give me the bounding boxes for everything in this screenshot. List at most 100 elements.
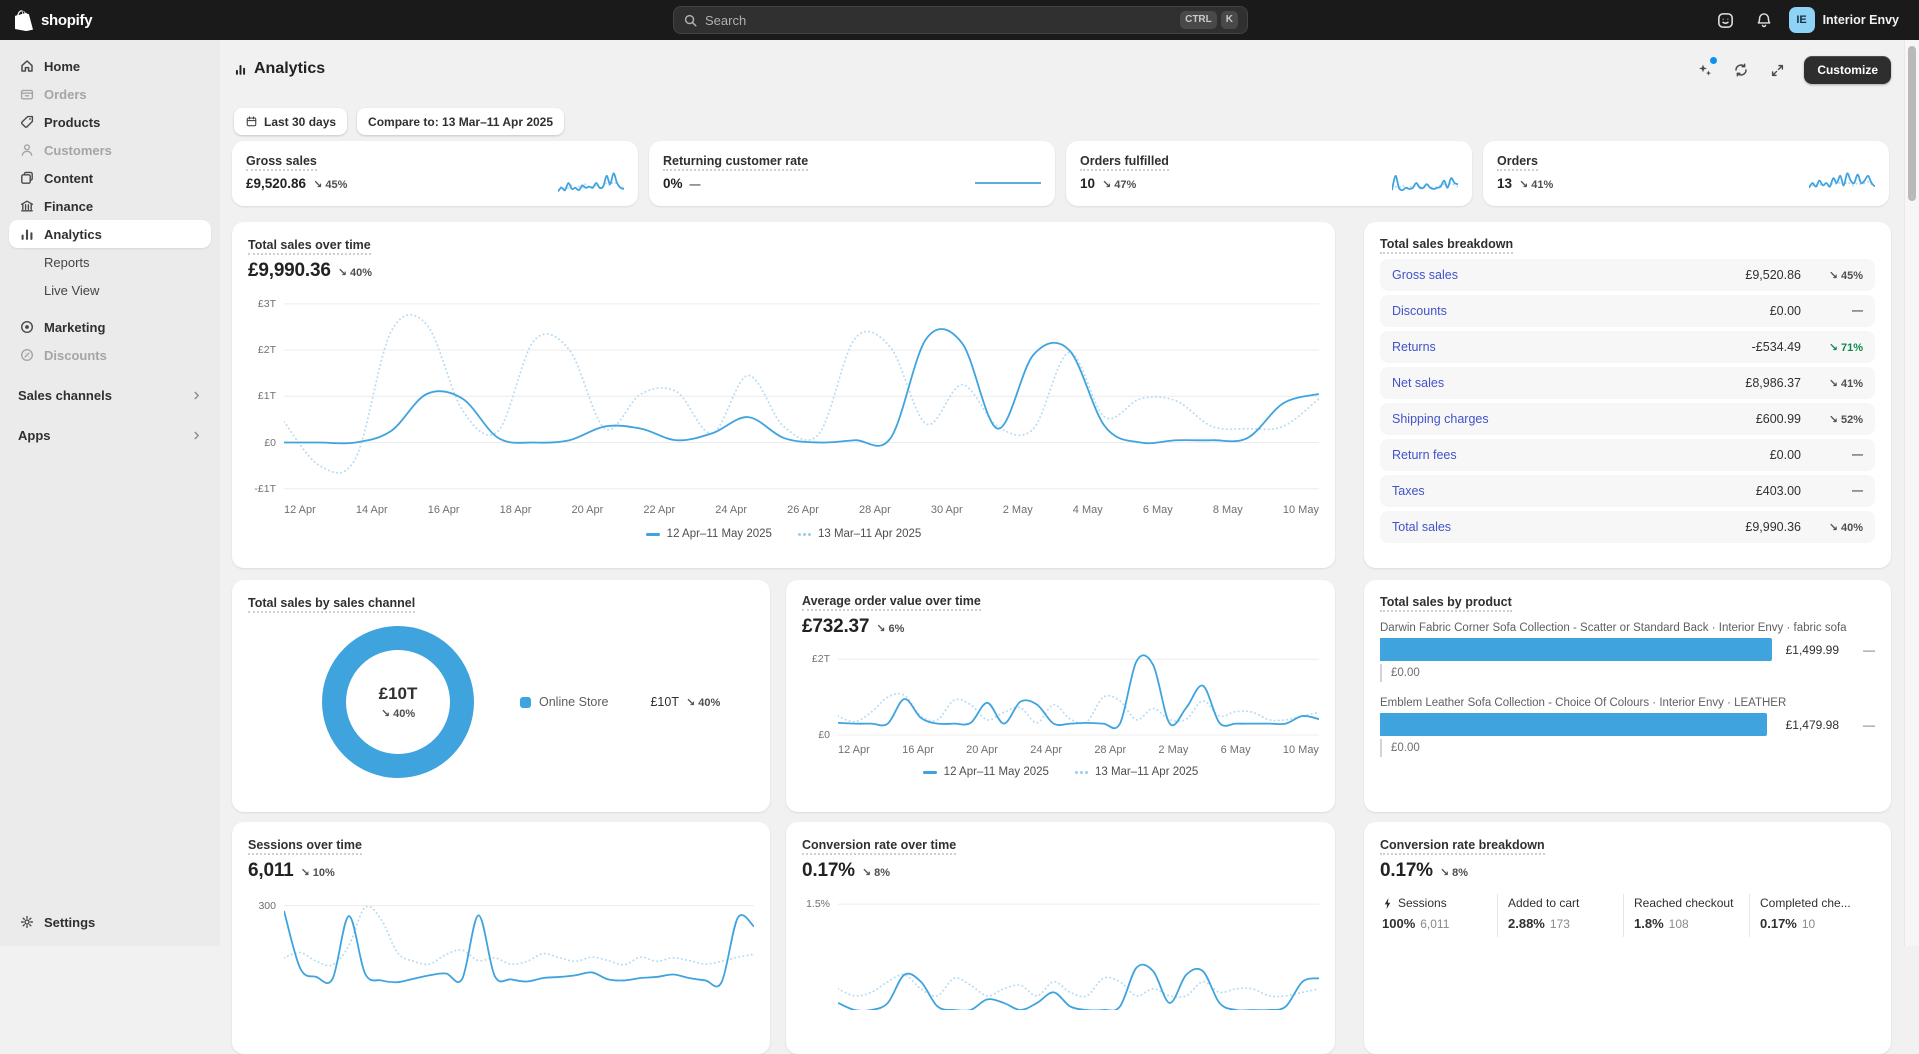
average-order-value-card: Average order value over time £732.37 ↘ 6… (786, 580, 1335, 812)
shopify-bag-icon (15, 9, 34, 31)
search-input[interactable]: Search CTRL K (673, 6, 1248, 34)
breakdown-metric-link[interactable]: Shipping charges (1392, 412, 1756, 426)
legend-compare: 13 Mar–11 Apr 2025 (1074, 766, 1198, 778)
sidebar-item-settings[interactable]: Settings (9, 908, 211, 936)
scrollbar-thumb[interactable] (1908, 46, 1916, 201)
breakdown-metric-link[interactable]: Total sales (1392, 520, 1745, 534)
plot-area (838, 890, 1319, 1010)
breakdown-metric-link[interactable]: Gross sales (1392, 268, 1745, 282)
funnel-pct: 100% (1382, 916, 1416, 931)
sidebar-item-products[interactable]: Products (9, 108, 211, 136)
breakdown-metric-link[interactable]: Discounts (1392, 304, 1770, 318)
shopify-logo[interactable]: shopify (0, 9, 93, 31)
channel-name: Online Store (539, 695, 609, 709)
metric-card-orders-fulfilled[interactable]: Orders fulfilled 10 ↘ 47% (1066, 141, 1472, 206)
breakdown-metric-link[interactable]: Taxes (1392, 484, 1756, 498)
sidebar-item-customers[interactable]: Customers (9, 136, 211, 164)
sidebar-item-orders[interactable]: Orders (9, 80, 211, 108)
analytics-icon (18, 226, 35, 242)
section-label: Sales channels (18, 387, 112, 403)
sidebar-item-label: Finance (44, 198, 94, 214)
funnel-column-added-to-cart: Added to cart 2.88% 173 (1497, 894, 1623, 937)
breakdown-rows: Gross sales £9,520.86 ↘ 45% Discounts £0.00… (1380, 259, 1875, 543)
metric-title: Orders fulfilled (1080, 154, 1169, 171)
sidebar-item-content[interactable]: Content (9, 164, 211, 192)
expand-fullscreen-button[interactable] (1762, 56, 1792, 84)
sidebar-item-live-view[interactable]: Live View (9, 276, 211, 304)
compare-label: Compare to: 13 Mar–11 Apr 2025 (368, 114, 554, 129)
card-title: Conversion rate over time (802, 838, 957, 855)
card-title: Total sales over time (248, 238, 371, 255)
total-sales-by-channel-card: Total sales by sales channel £10T ↘ 40% … (232, 580, 770, 812)
refresh-icon-button[interactable] (1726, 56, 1756, 84)
card-change: ↘ 8% (1439, 867, 1469, 879)
card-value: 0.17% (802, 860, 855, 881)
breakdown-metric-link[interactable]: Net sales (1392, 376, 1745, 390)
metric-value: 13 (1497, 176, 1513, 191)
donut-ring: £10T ↘ 40% (322, 626, 474, 778)
funnel-column-reached-checkout: Reached checkout 1.8% 108 (1623, 894, 1749, 937)
date-range-button[interactable]: Last 30 days (234, 108, 348, 135)
product-bar[interactable] (1380, 713, 1768, 736)
store-avatar: IE (1788, 7, 1815, 33)
sidebar-item-discounts[interactable]: Discounts (9, 341, 211, 369)
metric-card-gross-sales[interactable]: Gross sales £9,520.86 ↘ 45% (232, 141, 638, 206)
metric-title: Gross sales (246, 154, 317, 171)
breakdown-metric-link[interactable]: Return fees (1392, 448, 1770, 462)
topbar: shopify Search CTRL K IE Interior Envy (0, 0, 1919, 40)
conversion-rate-over-time-card: Conversion rate over time 0.17% ↘ 8% 1.5% (786, 822, 1335, 1054)
inbox-icon-button[interactable] (1711, 6, 1741, 34)
sidekick-sparkle-button[interactable] (1690, 56, 1720, 84)
breakdown-row: Taxes £403.00 — (1380, 475, 1875, 507)
card-value: £732.37 (802, 616, 870, 637)
sessions-over-time-card: Sessions over time 6,011 ↘ 10% 300 (232, 822, 770, 1054)
x-axis: 12 Apr 14 Apr 16 Apr 18 Apr 20 Apr 22 Apr 24 A… (284, 504, 1319, 516)
breakdown-change: ↘ 52% (1828, 413, 1863, 426)
main-scrollbar (1904, 40, 1919, 946)
funnel-count: 10 (1801, 917, 1816, 931)
chevron-right-icon (191, 390, 202, 401)
breakdown-change: ↘ 71% (1828, 341, 1863, 354)
metric-card-orders[interactable]: Orders 13 ↘ 41% (1483, 141, 1889, 206)
sidebar-section-apps[interactable]: Apps (9, 421, 211, 449)
breakdown-value: £9,520.86 (1745, 268, 1801, 282)
breakdown-metric-link[interactable]: Returns (1392, 340, 1752, 354)
date-range-label: Last 30 days (264, 114, 337, 129)
brand-name: shopify (41, 11, 93, 29)
compare-to-button[interactable]: Compare to: 13 Mar–11 Apr 2025 (357, 108, 565, 135)
product-label: Darwin Fabric Corner Sofa Collection - S… (1380, 622, 1847, 634)
sparkline-chart (1392, 171, 1458, 195)
store-account-button[interactable]: IE Interior Envy (1787, 5, 1905, 35)
sidebar-section-sales-channels[interactable]: Sales channels (9, 381, 211, 409)
product-bar[interactable] (1380, 638, 1773, 661)
customize-button[interactable]: Customize (1804, 56, 1891, 84)
sparkline-chart (558, 171, 624, 195)
y-axis: 1.5% (806, 898, 830, 911)
sidebar-item-label: Settings (44, 914, 96, 930)
page-title: Analytics (254, 60, 326, 77)
total-sales-by-product-card: Total sales by product Darwin Fabric Cor… (1364, 580, 1891, 812)
sidebar-item-home[interactable]: Home (9, 52, 211, 80)
legend-current: 12 Apr–11 May 2025 (922, 766, 1049, 778)
card-change: ↘ 40% (337, 267, 373, 279)
sidebar-item-marketing[interactable]: Marketing (9, 313, 211, 341)
sparkline-chart (975, 171, 1041, 195)
sidebar-item-finance[interactable]: Finance (9, 192, 211, 220)
sidebar-item-label: Products (44, 114, 101, 130)
conversion-rate-breakdown-card: Conversion rate breakdown 0.17% ↘ 8% Sess… (1364, 822, 1891, 1054)
sidebar-item-reports[interactable]: Reports (9, 248, 211, 276)
line-chart: £2T £0 (802, 646, 1319, 741)
sidebar-item-analytics[interactable]: Analytics (9, 220, 211, 248)
bar-track (1380, 713, 1776, 736)
topbar-right: IE Interior Envy (1711, 5, 1919, 35)
card-change: ↘ 8% (861, 867, 891, 879)
breakdown-value: £600.99 (1755, 412, 1801, 426)
card-title: Total sales by sales channel (248, 596, 416, 613)
funnel-pct: 0.17% (1760, 916, 1797, 931)
metric-card-returning-customer-rate[interactable]: Returning customer rate 0% — (649, 141, 1055, 206)
marketing-icon (18, 319, 35, 335)
metric-value: 10 (1080, 176, 1096, 191)
channel-value: £10T (650, 695, 679, 709)
notifications-bell-button[interactable] (1749, 6, 1779, 34)
search-icon (683, 13, 698, 28)
